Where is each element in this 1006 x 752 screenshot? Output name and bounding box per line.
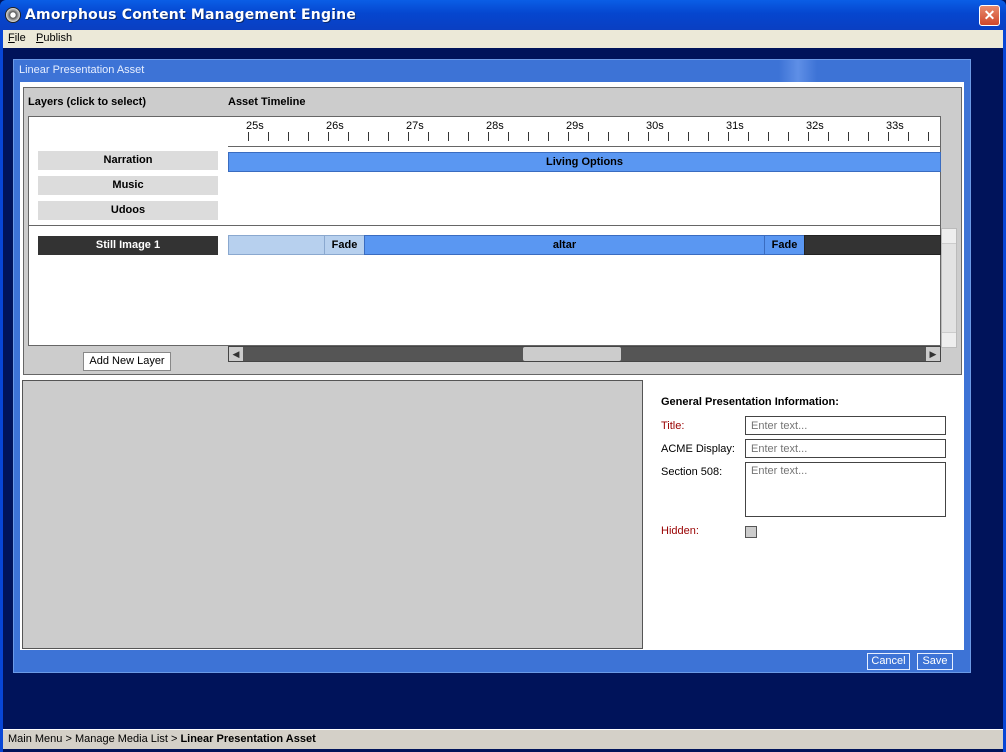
tick-label: 28s — [486, 120, 504, 132]
tick-mark — [488, 132, 489, 141]
layer-udoos[interactable]: Udoos — [38, 201, 218, 220]
acme-display-input[interactable] — [745, 439, 946, 458]
tick-label: 26s — [326, 120, 344, 132]
tick-mark — [468, 132, 469, 141]
dialog-title: Linear Presentation Asset — [14, 60, 970, 82]
window-title-bar: Amorphous Content Management Engine ✕ — [0, 0, 1006, 30]
tick-label: 30s — [646, 120, 664, 132]
tick-mark — [388, 132, 389, 141]
hidden-checkbox[interactable] — [745, 526, 757, 538]
menu-bar: File Publish — [3, 30, 1003, 48]
tick-mark — [788, 132, 789, 141]
tick-label: 27s — [406, 120, 424, 132]
scroll-right-arrow-icon[interactable]: ▶ — [926, 347, 940, 361]
clip-dark-end[interactable] — [804, 235, 941, 255]
tick-mark — [868, 132, 869, 141]
tick-mark — [728, 132, 729, 141]
section-508-label: Section 508: — [661, 466, 723, 478]
add-new-layer-button[interactable]: Add New Layer — [83, 352, 171, 371]
layer-editor-panel: Layers (click to select) Asset Timeline … — [23, 87, 962, 375]
tick-label: 25s — [246, 120, 264, 132]
tick-mark — [648, 132, 649, 141]
dialog-body: Layers (click to select) Asset Timeline … — [20, 82, 964, 650]
tick-mark — [568, 132, 569, 141]
tick-mark — [308, 132, 309, 141]
horizontal-scroll-thumb[interactable] — [523, 347, 621, 361]
tick-mark — [528, 132, 529, 141]
clip-fade-in[interactable]: Fade — [324, 235, 365, 255]
tick-mark — [328, 132, 329, 141]
tick-mark — [248, 132, 249, 141]
timeline-horizontal-scrollbar[interactable]: ◀ ▶ — [228, 346, 941, 362]
tick-label: 29s — [566, 120, 584, 132]
tick-mark — [268, 132, 269, 141]
tick-mark — [288, 132, 289, 141]
tick-mark — [368, 132, 369, 141]
layer-narration[interactable]: Narration — [38, 151, 218, 170]
tick-label: 32s — [806, 120, 824, 132]
tick-mark — [588, 132, 589, 141]
breadcrumb: Main Menu > Manage Media List > Linear P… — [3, 729, 1003, 749]
tick-mark — [668, 132, 669, 141]
tick-mark — [428, 132, 429, 141]
tick-mark — [848, 132, 849, 141]
tick-mark — [768, 132, 769, 141]
tick-mark — [928, 132, 929, 141]
clip-living-options[interactable]: Living Options — [228, 152, 941, 172]
asset-timeline: 25s 26s 27s 28s 29s 30s 31s 32s 33s Livi… — [228, 116, 941, 346]
media-preview-area — [22, 380, 643, 649]
asset-timeline-header: Asset Timeline — [228, 96, 306, 108]
menu-file[interactable]: File — [8, 32, 26, 44]
tick-mark — [508, 132, 509, 141]
layer-music[interactable]: Music — [38, 176, 218, 195]
clip-fade-out[interactable]: Fade — [764, 235, 805, 255]
menu-publish[interactable]: Publish — [36, 32, 72, 44]
hidden-label: Hidden: — [661, 525, 699, 537]
acme-display-label: ACME Display: — [661, 443, 735, 455]
tick-mark — [808, 132, 809, 141]
time-ruler: 25s 26s 27s 28s 29s 30s 31s 32s 33s — [228, 117, 941, 147]
form-heading: General Presentation Information: — [661, 396, 839, 408]
breadcrumb-current: Linear Presentation Asset — [180, 733, 316, 745]
scroll-left-arrow-icon[interactable]: ◀ — [229, 347, 243, 361]
tick-mark — [608, 132, 609, 141]
tick-label: 31s — [726, 120, 744, 132]
clip-blank-start[interactable] — [228, 235, 325, 255]
tick-mark — [628, 132, 629, 141]
track-divider — [228, 225, 941, 226]
vertical-scroll-thumb[interactable] — [942, 243, 956, 333]
timeline-vertical-scrollbar[interactable] — [941, 228, 957, 348]
tick-mark — [408, 132, 409, 141]
window-frame-left — [0, 30, 3, 752]
breadcrumb-path[interactable]: Main Menu > Manage Media List > — [8, 733, 180, 745]
section-508-textarea[interactable] — [745, 462, 946, 517]
save-button[interactable]: Save — [917, 653, 953, 670]
tick-label: 33s — [886, 120, 904, 132]
window-title: Amorphous Content Management Engine — [25, 7, 357, 23]
layers-header: Layers (click to select) — [28, 96, 147, 108]
tick-mark — [748, 132, 749, 141]
tick-mark — [448, 132, 449, 141]
clip-altar[interactable]: altar — [364, 235, 765, 255]
tick-mark — [548, 132, 549, 141]
tick-mark — [908, 132, 909, 141]
linear-presentation-dialog: Linear Presentation Asset Layers (click … — [13, 59, 971, 673]
cancel-button[interactable]: Cancel — [867, 653, 910, 670]
tick-mark — [888, 132, 889, 141]
tick-mark — [708, 132, 709, 141]
tick-mark — [348, 132, 349, 141]
close-window-button[interactable]: ✕ — [979, 5, 1000, 26]
app-gear-icon — [5, 7, 21, 23]
layer-list: Narration Music Udoos Still Image 1 — [28, 116, 229, 346]
tick-mark — [828, 132, 829, 141]
title-label: Title: — [661, 420, 685, 432]
layer-still-image-1[interactable]: Still Image 1 — [38, 236, 218, 255]
layer-divider — [29, 225, 228, 226]
tick-mark — [688, 132, 689, 141]
title-input[interactable] — [745, 416, 946, 435]
